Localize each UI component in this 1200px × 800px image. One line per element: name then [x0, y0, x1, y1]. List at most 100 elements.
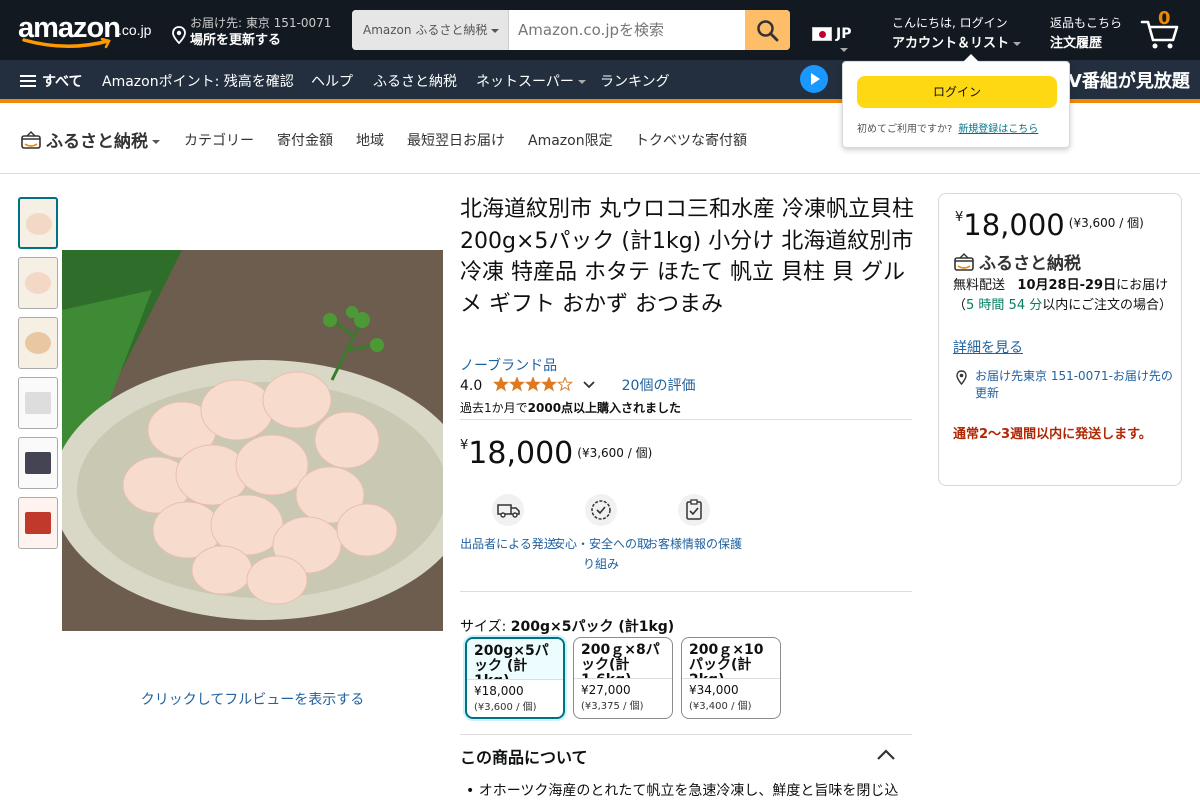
search-category-label: Amazon ふるさと納税 — [363, 23, 488, 37]
search-icon — [757, 20, 779, 42]
update-location-link[interactable]: お届け先東京 151-0071-お届け先の更新 — [953, 368, 1173, 402]
size-option-name: 200ｇ×8パック(計1.6kg) — [581, 642, 660, 679]
logo-tld: .co.jp — [118, 22, 152, 38]
orders-label: 注文履歴 — [1050, 36, 1103, 51]
cart-button[interactable]: 0 — [1140, 8, 1184, 52]
unit-price: (¥3,600 / 個) — [1068, 216, 1144, 230]
nav-item-furusato[interactable]: ふるさと納税 — [373, 71, 457, 91]
size-option[interactable]: 200ｇ×8パック(計1.6kg) ¥27,000 (¥3,375 / 個) — [573, 637, 673, 719]
cart-icon — [1140, 20, 1179, 49]
delivery-info: 無料配送 10月28日-29日にお届け（5 時間 54 分以内にご注文の場合） — [953, 276, 1175, 316]
login-button[interactable]: ログイン — [857, 76, 1057, 108]
chevron-down-icon — [577, 80, 586, 84]
furusato-brand-label: ふるさと納税 — [46, 132, 148, 152]
product-price: ¥18,000 (¥3,600 / 個) — [460, 436, 652, 471]
badge-safety[interactable]: 安心・安全への取り組み — [553, 494, 649, 574]
badge-label: 安心・安全への取り組み — [553, 537, 650, 571]
update-location-label: 場所を更新する — [190, 33, 282, 48]
rating-row: 4.0 20個の評価 — [460, 375, 695, 396]
account-menu[interactable]: こんにちは, ログイン アカウント＆リスト — [892, 14, 1022, 51]
search-button[interactable] — [745, 10, 790, 50]
badge-seller-shipping[interactable]: 出品者による発送 — [460, 494, 556, 554]
buybox-furusato-brand: ふるさと納税 — [953, 249, 1081, 274]
countdown-suffix: 以内にご注文の場合） — [1042, 298, 1172, 313]
buy-box: ¥18,000 (¥3,600 / 個) ふるさと納税 無料配送 10月28日-2… — [938, 193, 1182, 486]
nav-item-points[interactable]: Amazonポイント: 残高を確認 — [102, 71, 294, 91]
location-pin-icon — [172, 26, 186, 44]
search-category-dropdown[interactable]: Amazon ふるさと納税 — [352, 10, 509, 50]
thumbnail[interactable] — [18, 497, 58, 549]
buybox-price: ¥18,000 (¥3,600 / 個) — [955, 208, 1144, 242]
thumbnail[interactable] — [18, 257, 58, 309]
nav-item-help[interactable]: ヘルプ — [311, 71, 353, 91]
size-label: サイズ: 200g×5パック (計1kg) — [460, 616, 674, 636]
product-main-image[interactable] — [62, 250, 443, 631]
register-link[interactable]: 新規登録はこちら — [958, 124, 1038, 135]
size-label-prefix: サイズ: — [460, 619, 507, 635]
star-icon — [540, 376, 557, 392]
banner-text: V番組が見放題 — [1068, 71, 1190, 92]
japan-flag-icon — [812, 27, 832, 41]
divider — [460, 419, 912, 420]
thumbnail[interactable] — [18, 437, 58, 489]
divider — [460, 591, 912, 592]
subnav-region[interactable]: 地域 — [356, 130, 384, 150]
thumbnail[interactable] — [18, 317, 58, 369]
size-option-price: ¥34,000 — [689, 683, 739, 697]
about-heading[interactable]: この商品について — [460, 744, 588, 768]
subnav-special-amount[interactable]: トクベツな寄付額 — [635, 130, 747, 150]
top-nav: amazon .co.jp お届け先: 東京 151-0071 場所を更新する … — [0, 0, 1200, 60]
hamburger-icon — [20, 75, 36, 87]
amazon-logo[interactable]: amazon .co.jp — [18, 12, 158, 52]
size-option[interactable]: 200g×5パック (計1kg) ¥18,000 (¥3,600 / 個) — [465, 637, 565, 719]
thumbnail[interactable] — [18, 377, 58, 429]
size-option-name: 200g×5パック (計1kg) — [467, 639, 563, 679]
chevron-down-icon[interactable] — [583, 377, 595, 393]
subnav-fast-delivery[interactable]: 最短翌日お届け — [407, 130, 505, 150]
furusato-box-icon — [954, 253, 974, 271]
nav-item-netsuper[interactable]: ネットスーパー — [476, 71, 586, 91]
furusato-brand[interactable]: ふるさと納税 — [20, 127, 160, 152]
size-option[interactable]: 200ｇ×10パック(計2kg) ¥34,000 (¥3,400 / 個) — [681, 637, 781, 719]
location-pin-icon — [956, 370, 967, 385]
netsuper-label: ネットスーパー — [476, 74, 574, 90]
details-link[interactable]: 詳細を見る — [953, 337, 1023, 357]
chevron-down-icon — [840, 48, 848, 52]
about-bullet: • オホーツク海産のとれたて帆立を急速冷凍し、鮮度と旨味を閉じ込 — [466, 783, 899, 799]
chevron-down-icon — [1013, 41, 1022, 46]
subnav-donation-amount[interactable]: 寄付金額 — [277, 130, 333, 150]
price-amount: 18,000 — [963, 208, 1065, 242]
size-option-price: ¥27,000 — [581, 683, 631, 697]
scallop-photo — [62, 250, 443, 631]
unit-price: (¥3,600 / 個) — [577, 446, 653, 460]
product-title: 北海道紋別市 丸ウロコ三和水産 冷凍帆立貝柱 200g×5パック (計1kg) … — [460, 197, 914, 317]
chevron-up-icon[interactable] — [876, 746, 896, 765]
shield-check-icon — [585, 494, 617, 526]
location-text: お届け先東京 151-0071-お届け先の更新 — [975, 369, 1173, 400]
subnav-amazon-exclusive[interactable]: Amazon限定 — [528, 130, 613, 150]
search-input[interactable] — [510, 10, 746, 50]
review-count-link[interactable]: 20個の評価 — [622, 378, 696, 394]
size-option-name: 200ｇ×10パック(計2kg) — [689, 642, 764, 679]
all-menu-button[interactable]: すべて — [20, 71, 82, 91]
subnav-category[interactable]: カテゴリー — [184, 130, 254, 150]
brand-link[interactable]: ノーブランド品 — [460, 355, 557, 375]
orders-link[interactable]: 返品もこちら 注文履歴 — [1050, 14, 1122, 51]
bought-past-month: 過去1か月で2000点以上購入されました — [460, 399, 681, 416]
star-icon — [492, 376, 509, 392]
order-countdown: 5 時間 54 分 — [966, 298, 1043, 313]
nav-item-ranking[interactable]: ランキング — [600, 71, 670, 91]
star-icon — [524, 376, 541, 392]
shipping-note: 通常2〜3週間以内に発送します。 — [953, 427, 1152, 442]
all-label: すべて — [42, 74, 83, 90]
badge-label: 出品者による発送 — [460, 537, 556, 551]
divider — [460, 734, 912, 735]
search-bar: Amazon ふるさと納税 — [352, 10, 790, 50]
badge-privacy[interactable]: お客様情報の保護 — [646, 494, 742, 554]
full-view-link[interactable]: クリックしてフルビューを表示する — [62, 689, 443, 709]
first-time-label: 初めてご利用ですか? — [857, 124, 953, 135]
star-rating-icon[interactable] — [492, 376, 573, 396]
free-delivery-label: 無料配送 — [953, 278, 1006, 293]
thumbnail[interactable] — [18, 197, 58, 249]
badge-label: お客様情報の保護 — [646, 537, 743, 551]
